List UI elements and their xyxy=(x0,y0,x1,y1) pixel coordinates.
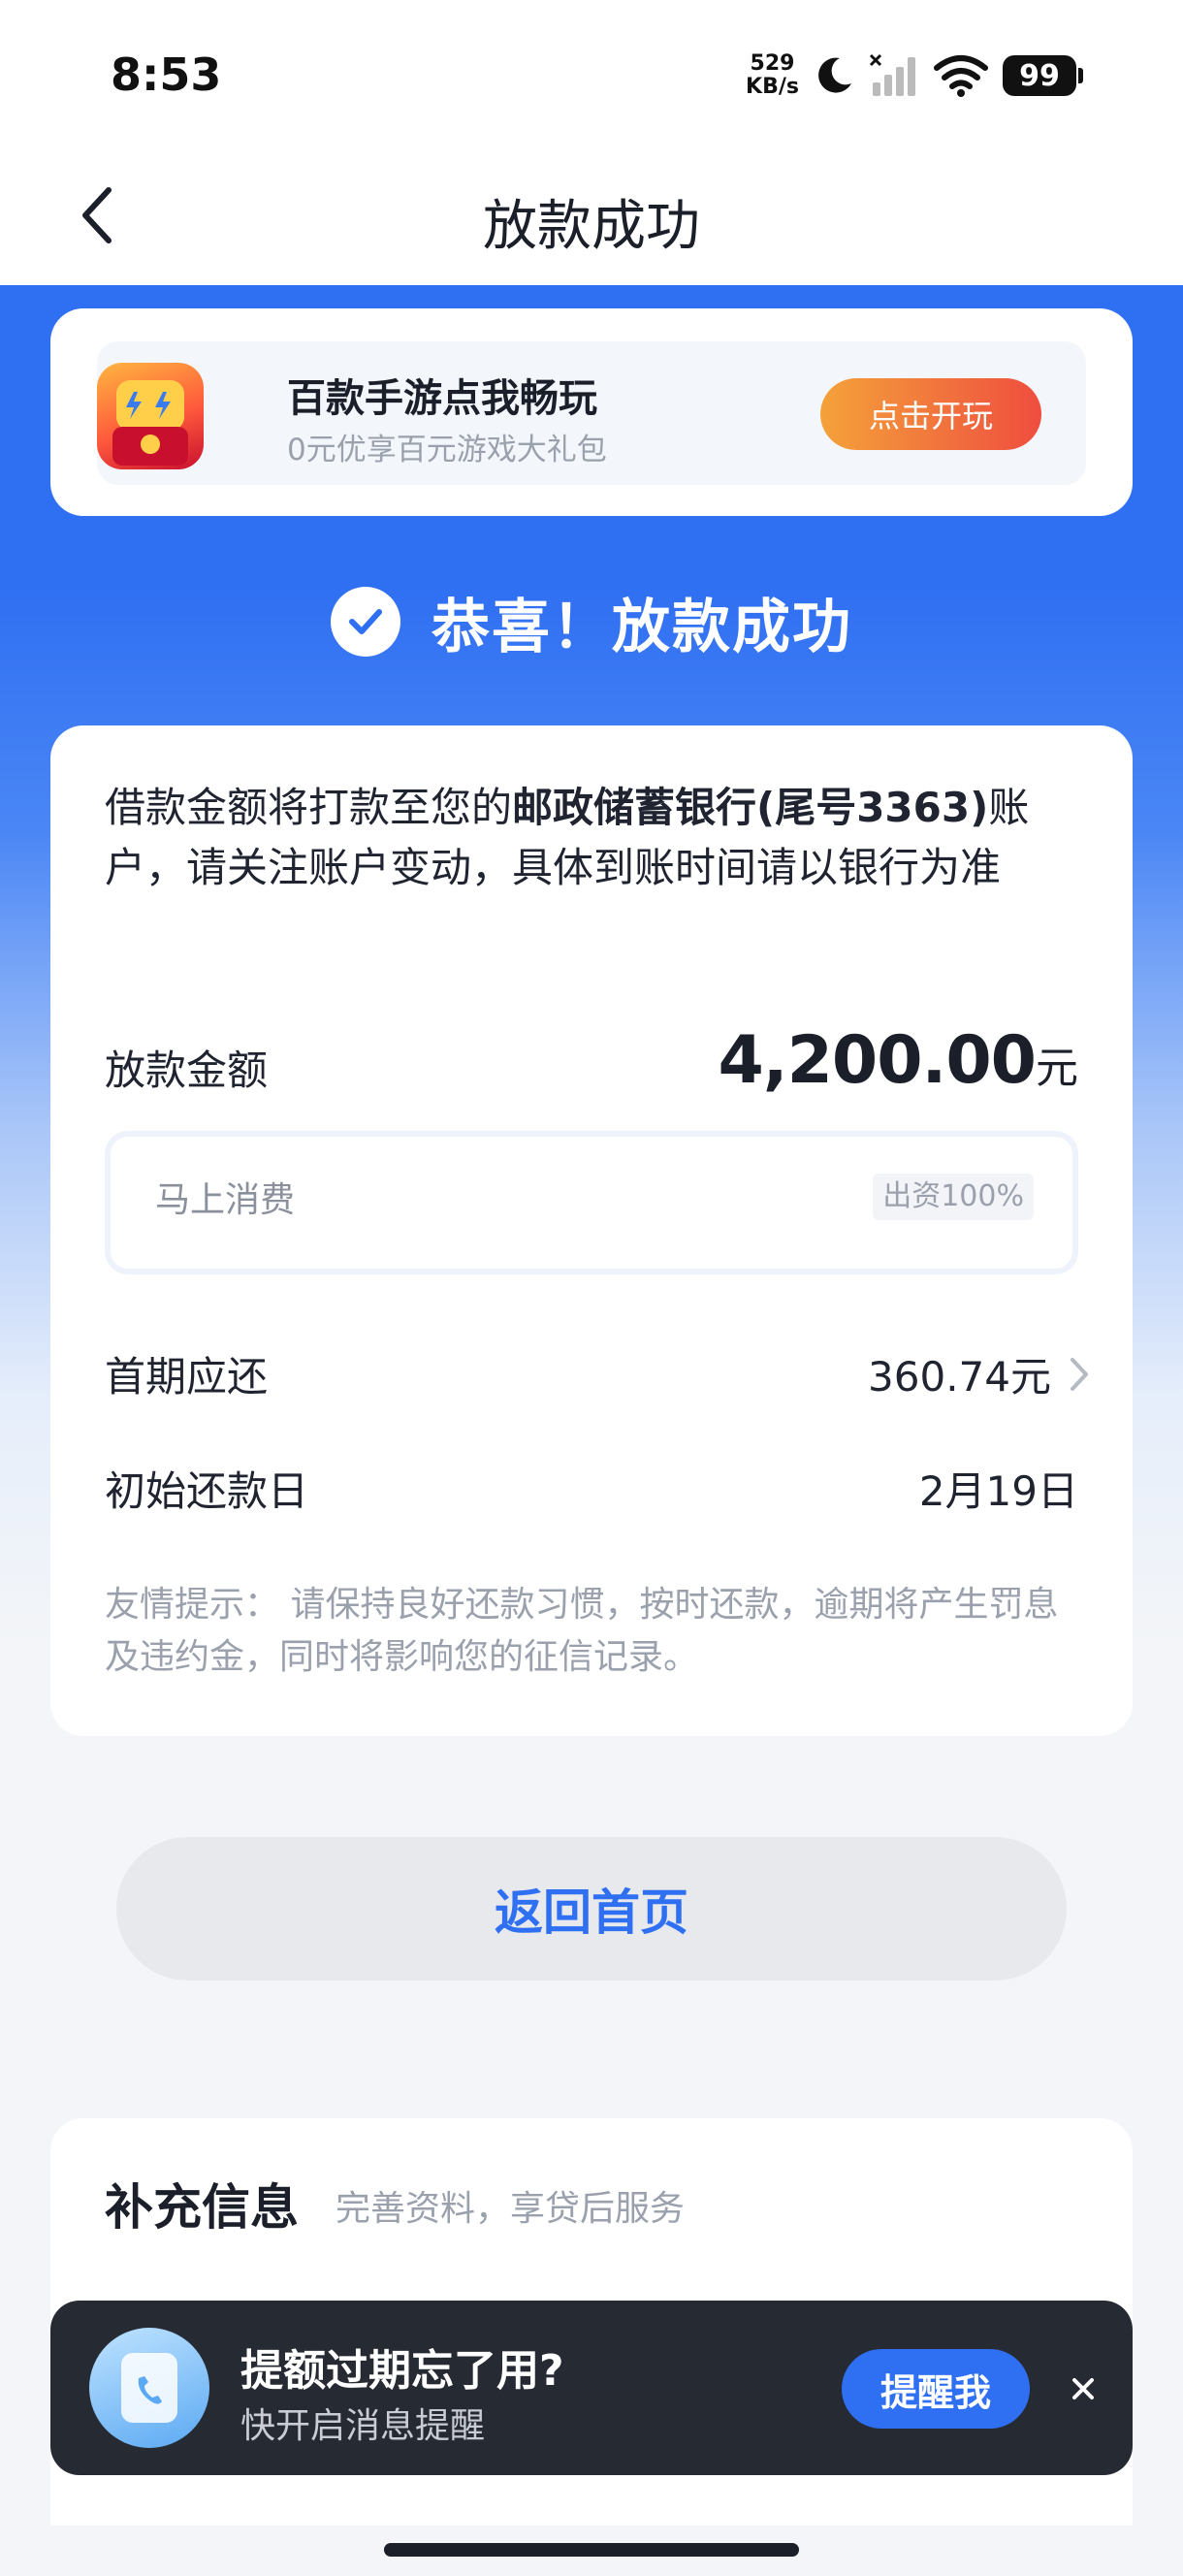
start-date-value: 2月19日 xyxy=(918,1467,1078,1515)
battery-icon: 99 xyxy=(1003,55,1083,96)
toast-subtitle: 快开启消息提醒 xyxy=(240,2406,486,2446)
ad-title: 百款手游点我畅玩 xyxy=(287,376,597,421)
bank-account: 邮政储蓄银行(尾号3363) xyxy=(512,784,989,831)
extra-info-title: 补充信息 xyxy=(105,2179,299,2236)
wifi-icon xyxy=(934,55,988,97)
success-banner: 恭喜！放款成功 xyxy=(0,578,1183,665)
remind-me-button[interactable]: 提醒我 xyxy=(842,2349,1030,2429)
check-icon xyxy=(331,587,400,657)
first-pay-row[interactable]: 360.74元 xyxy=(868,1344,1090,1403)
page-title: 放款成功 xyxy=(483,195,700,258)
ad-subtitle: 0元优享百元游戏大礼包 xyxy=(287,433,607,467)
net-speed-unit: KB/s xyxy=(746,75,799,99)
transfer-notice: 借款金额将打款至您的邮政储蓄银行(尾号3363)账户，请关注账户变动，具体到账时… xyxy=(105,778,1084,898)
game-app-icon xyxy=(97,363,204,469)
funder-name: 马上消费 xyxy=(155,1180,296,1220)
status-bar: 8:53 529 KB/s 99 xyxy=(0,0,1183,155)
close-icon[interactable] xyxy=(1059,2365,1107,2413)
net-speed-value: 529 xyxy=(750,51,795,76)
toast-title: 提额过期忘了用? xyxy=(240,2346,564,2396)
first-pay-label: 首期应还 xyxy=(105,1353,269,1401)
start-date-label: 初始还款日 xyxy=(105,1467,309,1515)
nav-bar: 放款成功 xyxy=(0,155,1183,285)
signal-icon xyxy=(869,53,915,96)
success-message: 恭喜！放款成功 xyxy=(432,593,852,661)
moon-icon xyxy=(818,57,851,93)
notice-prefix: 借款金额将打款至您的 xyxy=(105,784,513,831)
amount-number: 4,200.00 xyxy=(718,1022,1037,1099)
loan-amount: 4,200.00 元 xyxy=(718,1022,1078,1099)
notification-toast: 提额过期忘了用? 快开启消息提醒 提醒我 xyxy=(50,2301,1133,2475)
loan-detail-card: 借款金额将打款至您的邮政储蓄银行(尾号3363)账户，请关注账户变动，具体到账时… xyxy=(50,725,1133,1736)
return-home-button[interactable]: 返回首页 xyxy=(116,1837,1067,1980)
friendly-tip: 友情提示： 请保持良好还款习惯，按时还款，逾期将产生罚息及违约金，同时将影响您的… xyxy=(105,1585,1059,1677)
phone-icon xyxy=(89,2328,209,2448)
chevron-right-icon xyxy=(1071,1357,1088,1391)
funder-share-badge: 出资100% xyxy=(873,1174,1034,1220)
amount-unit: 元 xyxy=(1036,1044,1078,1093)
extra-info-subtitle: 完善资料，享贷后服务 xyxy=(336,2189,686,2229)
amount-label: 放款金额 xyxy=(105,1046,269,1094)
play-now-button[interactable]: 点击开玩 xyxy=(820,378,1041,450)
funder-box: 马上消费 出资100% xyxy=(105,1131,1078,1274)
status-icons: 529 KB/s 99 xyxy=(746,48,1083,103)
net-speed: 529 KB/s xyxy=(746,52,799,99)
status-time: 8:53 xyxy=(111,48,222,101)
home-indicator[interactable] xyxy=(384,2543,799,2557)
first-pay-value: 360.74元 xyxy=(868,1353,1051,1401)
